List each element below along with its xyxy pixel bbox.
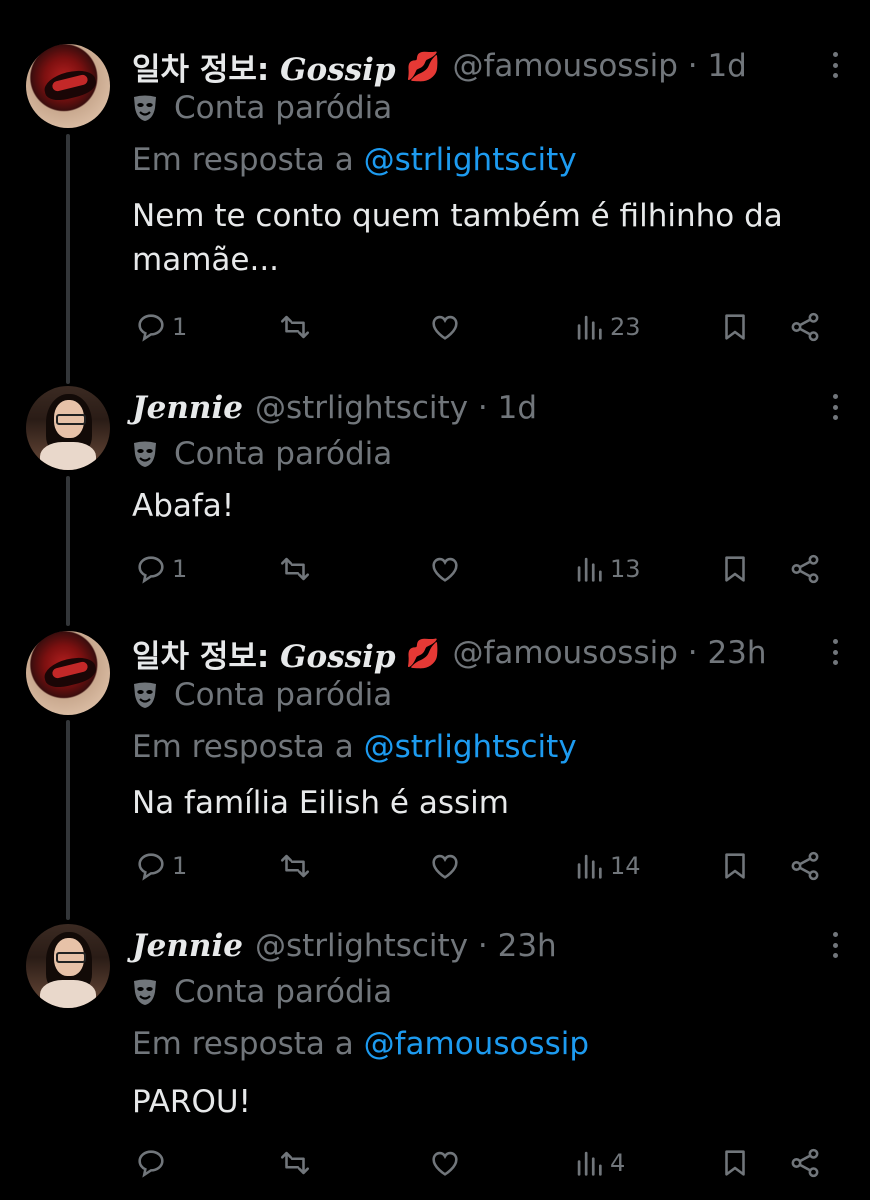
parody-label: Conta paródia: [132, 970, 392, 1014]
reply-button[interactable]: 1: [134, 849, 187, 883]
share-button[interactable]: [788, 849, 822, 883]
parody-label: Conta paródia: [132, 432, 392, 476]
handle-and-time[interactable]: @strlightscity · 1d: [255, 390, 537, 426]
reply-to-line: Em resposta a @strlightscity: [132, 142, 577, 178]
thread-line: [66, 134, 70, 384]
reply-icon: [138, 314, 164, 342]
handle-and-time[interactable]: @famousossip · 23h: [452, 635, 766, 671]
tweet-actions: 1 23: [132, 310, 832, 350]
share-icon: [791, 851, 819, 881]
like-button[interactable]: [428, 849, 466, 883]
lips-emoji: 💋: [405, 49, 441, 83]
views-button[interactable]: 4: [572, 1146, 625, 1180]
share-button[interactable]: [788, 552, 822, 586]
tweet-text: PAROU!: [132, 1084, 251, 1120]
avatar[interactable]: [26, 631, 110, 715]
more-icon[interactable]: [832, 932, 838, 958]
parody-mask-icon: [134, 95, 156, 121]
reply-to-handle[interactable]: @famousossip: [364, 1026, 589, 1062]
reply-button[interactable]: 1: [134, 552, 187, 586]
retweet-button[interactable]: [278, 849, 316, 883]
share-button[interactable]: [788, 310, 822, 344]
reply-to-handle[interactable]: @strlightscity: [364, 142, 577, 178]
reply-button[interactable]: 1: [134, 310, 187, 344]
lips-emoji: 💋: [405, 636, 441, 670]
reply-button[interactable]: [134, 1146, 172, 1180]
share-button[interactable]: [788, 1146, 822, 1180]
like-icon: [432, 854, 458, 879]
display-name-script: Jennie: [132, 390, 243, 426]
bookmark-button[interactable]: [718, 849, 752, 883]
tweet-text: Nem te conto quem também é filhinho da m…: [132, 198, 783, 278]
tweet-text: Na família Eilish é assim: [132, 785, 509, 821]
views-icon: [577, 1151, 602, 1176]
like-icon: [432, 1151, 458, 1176]
avatar[interactable]: [26, 924, 110, 1008]
retweet-button[interactable]: [278, 1146, 316, 1180]
parody-mask-icon: [134, 441, 156, 467]
handle-and-time[interactable]: @strlightscity · 23h: [255, 928, 557, 964]
bookmark-icon: [725, 314, 745, 340]
views-icon: [577, 854, 602, 879]
retweet-icon: [280, 557, 310, 581]
views-button[interactable]: 13: [572, 552, 641, 586]
tweet-text: Abafa!: [132, 488, 235, 524]
views-button[interactable]: 14: [572, 849, 641, 883]
retweet-button[interactable]: [278, 552, 316, 586]
bookmark-icon: [725, 556, 745, 582]
like-icon: [432, 315, 458, 340]
tweet-header: 일차 정보: Gossip 💋 @famousossip · 23h: [132, 631, 767, 675]
tweet-actions: 4: [132, 1146, 832, 1186]
retweet-icon: [280, 854, 310, 878]
parody-mask-icon: [134, 682, 156, 708]
reply-icon: [138, 1150, 164, 1178]
handle-and-time[interactable]: @famousossip · 1d: [452, 48, 746, 84]
display-name-script: Gossip: [280, 51, 396, 88]
reply-icon: [138, 556, 164, 584]
share-icon: [791, 554, 819, 584]
display-name[interactable]: 일차 정보: Gossip: [132, 631, 396, 676]
thread-line: [66, 476, 70, 626]
reply-icon: [138, 853, 164, 881]
share-icon: [791, 1148, 819, 1178]
tweet-header: 일차 정보: Gossip 💋 @famousossip · 1d: [132, 44, 747, 88]
like-icon: [432, 557, 458, 582]
like-button[interactable]: [428, 552, 466, 586]
display-name-script: Jennie: [132, 928, 243, 964]
like-button[interactable]: [428, 310, 466, 344]
avatar[interactable]: [26, 386, 110, 470]
display-name[interactable]: Jennie: [132, 390, 243, 426]
display-name[interactable]: Jennie: [132, 928, 243, 964]
views-icon: [577, 557, 602, 582]
avatar[interactable]: [26, 44, 110, 128]
thread-line: [66, 720, 70, 920]
more-icon[interactable]: [832, 394, 838, 420]
tweet-header: Jennie @strlightscity · 23h: [132, 924, 557, 968]
tweet-actions: 1 13: [132, 552, 832, 592]
retweet-button[interactable]: [278, 310, 316, 344]
display-name-script: Gossip: [280, 638, 396, 675]
bookmark-button[interactable]: [718, 310, 752, 344]
more-icon[interactable]: [832, 639, 838, 665]
bookmark-button[interactable]: [718, 552, 752, 586]
like-button[interactable]: [428, 1146, 466, 1180]
parody-label: Conta paródia: [132, 86, 392, 130]
retweet-icon: [280, 315, 310, 339]
views-button[interactable]: 23: [572, 310, 641, 344]
tweet-header: Jennie @strlightscity · 1d: [132, 386, 537, 430]
bookmark-icon: [725, 853, 745, 879]
share-icon: [791, 312, 819, 342]
reply-to-handle[interactable]: @strlightscity: [364, 729, 577, 765]
parody-label: Conta paródia: [132, 673, 392, 717]
bookmark-button[interactable]: [718, 1146, 752, 1180]
parody-mask-icon: [134, 979, 156, 1005]
retweet-icon: [280, 1151, 310, 1175]
views-icon: [577, 315, 602, 340]
bookmark-icon: [725, 1150, 745, 1176]
reply-to-line: Em resposta a @famousossip: [132, 1026, 590, 1062]
more-icon[interactable]: [832, 52, 838, 78]
display-name[interactable]: 일차 정보: Gossip: [132, 44, 396, 89]
tweet-actions: 1 14: [132, 849, 832, 889]
reply-to-line: Em resposta a @strlightscity: [132, 729, 577, 765]
